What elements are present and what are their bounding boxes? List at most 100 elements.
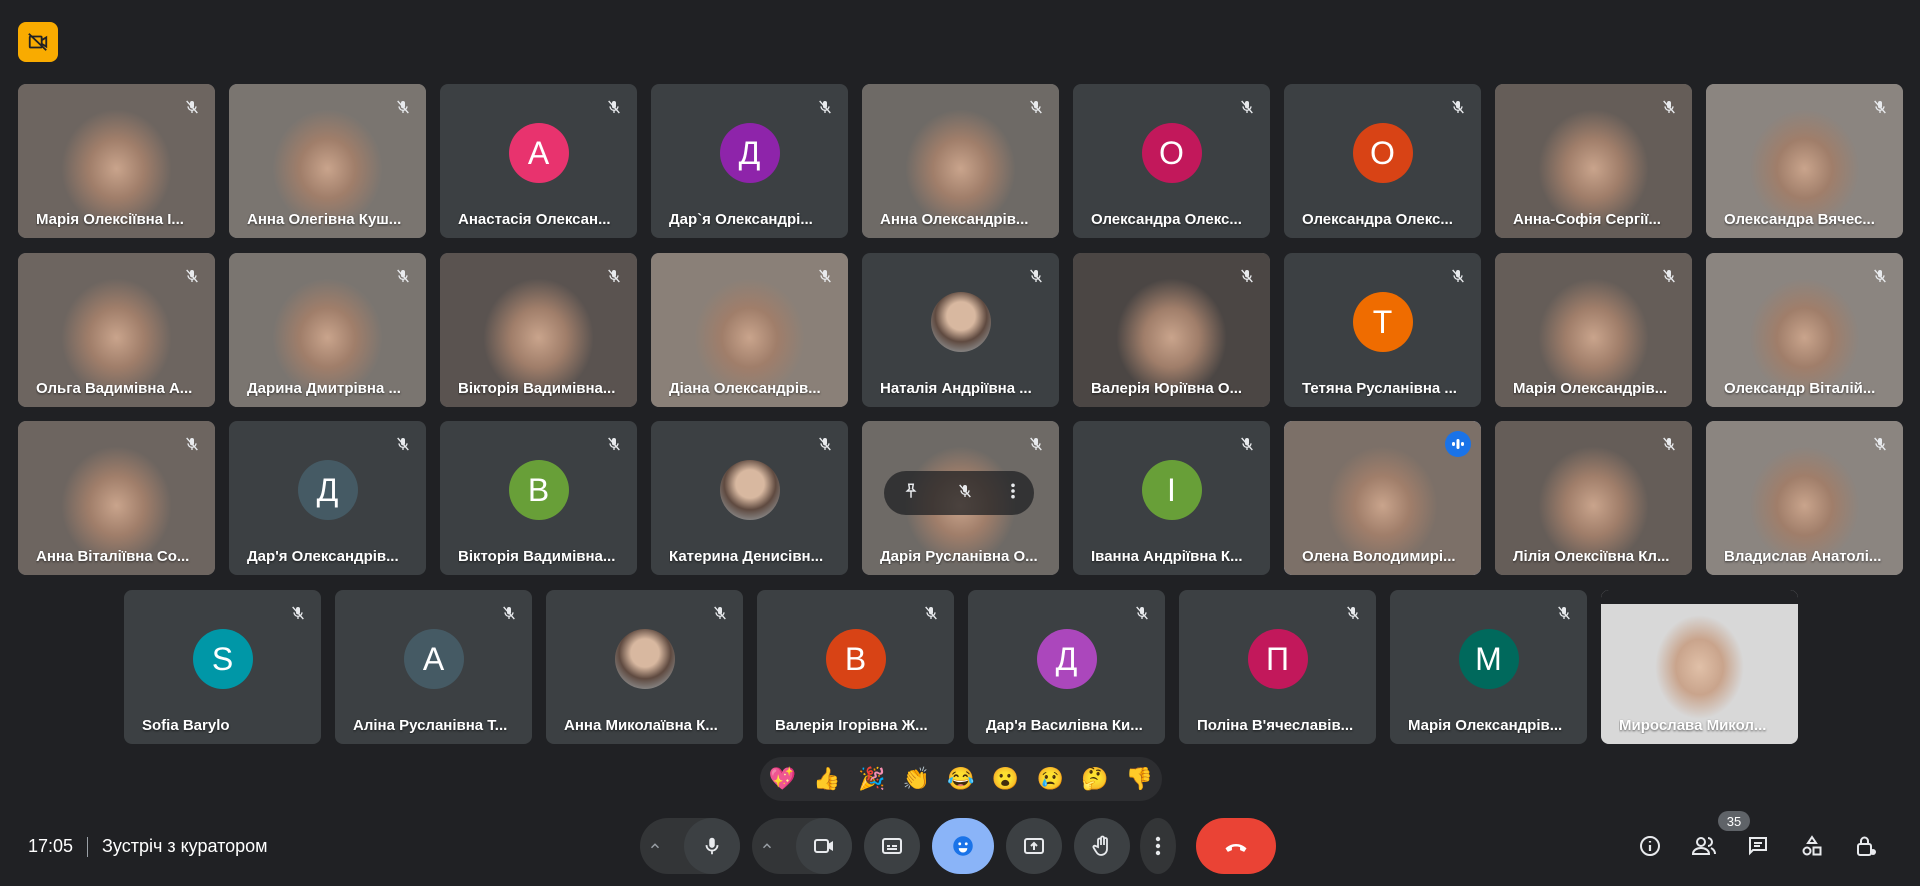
activities-button[interactable] bbox=[1794, 828, 1830, 864]
meeting-time: 17:05 bbox=[28, 836, 74, 856]
participant-tile[interactable]: В Валерія Ігорівна Ж... bbox=[757, 590, 954, 744]
participant-tile[interactable]: Олександр Віталій... bbox=[1706, 253, 1903, 407]
reaction-emoji-button[interactable]: 🎉 bbox=[858, 766, 885, 792]
avatar bbox=[719, 460, 780, 520]
participant-tile[interactable]: Ольга Вадимівна А... bbox=[18, 253, 215, 407]
participant-tile[interactable]: І Іванна Андріївна К... bbox=[1073, 421, 1270, 575]
camera-button[interactable] bbox=[796, 818, 852, 874]
captions-button[interactable] bbox=[864, 818, 920, 874]
mic-off-icon bbox=[603, 433, 625, 455]
host-controls-button[interactable] bbox=[1848, 828, 1884, 864]
chat-button[interactable] bbox=[1740, 828, 1776, 864]
lock-person-icon bbox=[1857, 836, 1876, 856]
mic-off-icon bbox=[1447, 96, 1469, 118]
mic-off-icon bbox=[814, 96, 836, 118]
end-call-button[interactable] bbox=[1196, 818, 1276, 874]
participant-name: Поліна В'ячеславів... bbox=[1197, 717, 1354, 734]
participant-name: Олександр Віталій... bbox=[1724, 380, 1876, 397]
participant-tile[interactable]: Дарина Дмитрівна ... bbox=[229, 253, 426, 407]
raise-hand-button[interactable] bbox=[1074, 818, 1130, 874]
reaction-emoji-button[interactable]: 🤔 bbox=[1081, 766, 1108, 792]
participant-tile[interactable]: Владислав Анатолі... bbox=[1706, 421, 1903, 575]
participant-name: Вікторія Вадимівна... bbox=[458, 380, 616, 397]
present-button[interactable] bbox=[1006, 818, 1062, 874]
participant-name: Катерина Денисівн... bbox=[669, 548, 824, 565]
pin-icon[interactable] bbox=[902, 482, 920, 505]
mic-off-icon bbox=[392, 96, 414, 118]
people-button[interactable] bbox=[1686, 828, 1722, 864]
chevron-up-icon[interactable] bbox=[640, 818, 670, 874]
participant-tile[interactable]: Анна Миколаївна К... bbox=[546, 590, 743, 744]
more-vert-icon[interactable] bbox=[1010, 482, 1016, 505]
participant-tile[interactable]: Діана Олександрів... bbox=[651, 253, 848, 407]
separator bbox=[87, 836, 89, 857]
participant-tile[interactable]: Д Дар'я Олександрів... bbox=[229, 421, 426, 575]
participant-tile[interactable]: А Аліна Русланівна Т... bbox=[335, 590, 532, 744]
reaction-emoji-button[interactable]: 😂 bbox=[947, 766, 974, 792]
participant-tile[interactable]: Катерина Денисівн... bbox=[651, 421, 848, 575]
mic-off-icon bbox=[1025, 265, 1047, 287]
participant-name: Аліна Русланівна Т... bbox=[353, 717, 508, 734]
reaction-emoji-button[interactable]: 👎 bbox=[1126, 766, 1153, 792]
info-icon bbox=[1640, 836, 1660, 856]
participant-name: Лілія Олексіївна Кл... bbox=[1513, 548, 1670, 565]
participant-name: Анна Миколаївна К... bbox=[564, 717, 718, 734]
participant-tile[interactable]: Анна Віталіївна Со... bbox=[18, 421, 215, 575]
mic-off-icon bbox=[1658, 96, 1680, 118]
participant-name: Тетяна Русланівна ... bbox=[1302, 380, 1457, 397]
participant-tile[interactable]: Дарія Русланівна О... bbox=[862, 421, 1059, 575]
people-icon bbox=[1691, 837, 1716, 855]
avatar: Т bbox=[1352, 292, 1413, 352]
participant-tile[interactable]: Д Дар'я Василівна Ки... bbox=[968, 590, 1165, 744]
mic-off-icon bbox=[814, 265, 836, 287]
participant-tile[interactable]: В Вікторія Вадимівна... bbox=[440, 421, 637, 575]
reaction-emoji-button[interactable]: 👍 bbox=[813, 766, 840, 792]
participant-name: Вікторія Вадимівна... bbox=[458, 548, 616, 565]
chevron-up-icon[interactable] bbox=[752, 818, 782, 874]
participant-name: Ольга Вадимівна А... bbox=[36, 380, 193, 397]
participant-tile[interactable]: О Олександра Олекс... bbox=[1073, 84, 1270, 238]
participant-name: Марія Олександрів... bbox=[1408, 717, 1563, 734]
reactions-button[interactable] bbox=[932, 818, 994, 874]
mic-off-icon bbox=[1658, 265, 1680, 287]
reaction-emoji-button[interactable]: 💖 bbox=[769, 766, 796, 792]
participant-tile[interactable]: А Анастасія Олексан... bbox=[440, 84, 637, 238]
participant-tile[interactable]: Валерія Юріївна О... bbox=[1073, 253, 1270, 407]
participant-tile[interactable]: М Марія Олександрів... bbox=[1390, 590, 1587, 744]
mic-off-icon bbox=[287, 602, 309, 624]
participant-tile[interactable]: Олена Володимирі... bbox=[1284, 421, 1481, 575]
participant-tile[interactable]: Олександра Вячес... bbox=[1706, 84, 1903, 238]
participant-tile[interactable]: Мирослава Микол... bbox=[1601, 590, 1798, 744]
tile-hover-controls bbox=[884, 471, 1034, 515]
participant-tile[interactable]: Т Тетяна Русланівна ... bbox=[1284, 253, 1481, 407]
mic-off-icon bbox=[1025, 433, 1047, 455]
mic-off-icon bbox=[814, 433, 836, 455]
participant-tile[interactable]: Наталія Андріївна ... bbox=[862, 253, 1059, 407]
avatar: А bbox=[508, 123, 569, 183]
microphone-button[interactable] bbox=[684, 818, 740, 874]
mic-off-icon[interactable] bbox=[957, 483, 973, 504]
mic-off-icon bbox=[1342, 602, 1364, 624]
meeting-title: Зустріч з куратором bbox=[102, 836, 268, 856]
participant-tile[interactable]: Д Дар`я Олександрі... bbox=[651, 84, 848, 238]
mic-off-icon bbox=[1553, 602, 1575, 624]
participant-tile[interactable]: S Sofia Barylo bbox=[124, 590, 321, 744]
reaction-emoji-button[interactable]: 😢 bbox=[1037, 766, 1064, 792]
reaction-emoji-button[interactable]: 👏 bbox=[903, 766, 930, 792]
participant-tile[interactable]: Анна-Софія Сергії... bbox=[1495, 84, 1692, 238]
participant-tile[interactable]: Анна Олександрів... bbox=[862, 84, 1059, 238]
participant-tile[interactable]: Марія Олександрів... bbox=[1495, 253, 1692, 407]
reaction-emoji-button[interactable]: 😮 bbox=[992, 766, 1019, 792]
participant-tile[interactable]: Вікторія Вадимівна... bbox=[440, 253, 637, 407]
participant-tile[interactable]: Анна Олегівна Куш... bbox=[229, 84, 426, 238]
participant-tile[interactable]: Лілія Олексіївна Кл... bbox=[1495, 421, 1692, 575]
participant-tile[interactable]: Марія Олексіївна І... bbox=[18, 84, 215, 238]
end-call-icon bbox=[1225, 843, 1247, 852]
mic-off-icon bbox=[181, 96, 203, 118]
participant-name: Олександра Олекс... bbox=[1091, 211, 1242, 228]
participant-tile[interactable]: О Олександра Олекс... bbox=[1284, 84, 1481, 238]
mic-off-icon bbox=[1658, 433, 1680, 455]
more-options-button[interactable] bbox=[1140, 818, 1176, 874]
info-button[interactable] bbox=[1632, 828, 1668, 864]
participant-tile[interactable]: П Поліна В'ячеславів... bbox=[1179, 590, 1376, 744]
